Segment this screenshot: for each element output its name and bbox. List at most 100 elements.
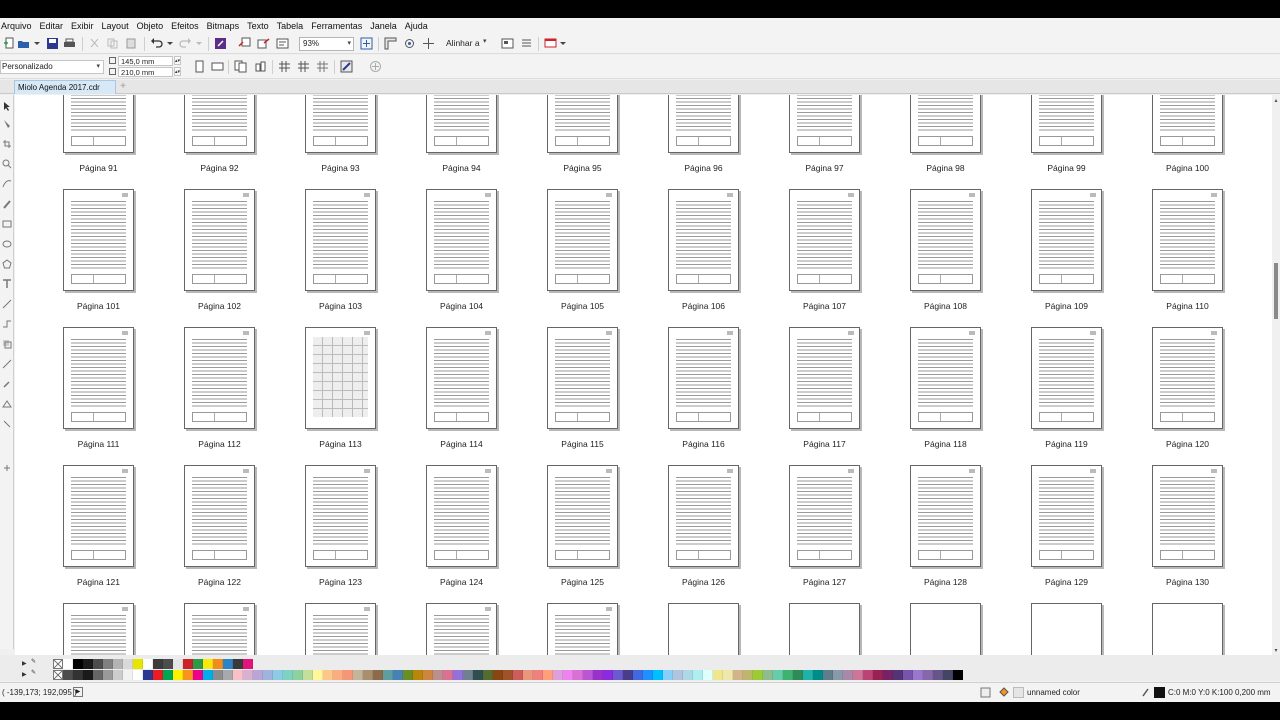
page-thumbnail-cell[interactable]: Página 102 (136, 189, 256, 327)
page-thumbnail-cell[interactable]: Página 105 (499, 189, 619, 327)
page-thumbnail-cell[interactable]: Página 112 (136, 327, 256, 465)
page-thumbnail[interactable] (789, 603, 860, 659)
color-swatch[interactable] (823, 670, 833, 680)
page-thumbnail[interactable] (1152, 189, 1223, 291)
outline-color-swatch[interactable] (1154, 687, 1165, 698)
color-swatch[interactable] (483, 670, 493, 680)
color-swatch[interactable] (523, 670, 533, 680)
launch-dropdown-icon[interactable] (557, 37, 570, 50)
menu-item[interactable]: Ajuda (404, 21, 434, 31)
color-swatch[interactable] (223, 670, 233, 680)
vertical-scrollbar[interactable]: ▴ ▾ (1272, 95, 1280, 659)
color-swatch[interactable] (913, 670, 923, 680)
page-thumbnail[interactable] (305, 95, 376, 153)
crop-tool-icon[interactable] (2, 139, 12, 149)
page-thumbnail[interactable] (426, 189, 497, 291)
page-thumbnail-cell[interactable]: Página 104 (378, 189, 498, 327)
page-thumbnail-cell[interactable] (378, 603, 498, 659)
page-thumbnail-cell[interactable] (136, 603, 256, 659)
zoom-level-select[interactable]: 93% ▾ (299, 37, 354, 51)
page-thumbnail-cell[interactable] (862, 603, 982, 659)
color-swatch[interactable] (773, 670, 783, 680)
page-thumbnail-cell[interactable]: Página 115 (499, 327, 619, 465)
color-swatch[interactable] (413, 670, 423, 680)
page-thumbnail[interactable] (63, 95, 134, 153)
fill-color-swatch[interactable] (1013, 687, 1024, 698)
page-thumbnail[interactable] (184, 327, 255, 429)
menu-item[interactable]: Janela (369, 21, 403, 31)
parallel-dimension-icon[interactable] (2, 299, 12, 309)
fill-icon[interactable] (980, 687, 991, 698)
color-swatch[interactable] (513, 670, 523, 680)
page-thumbnail-cell[interactable]: Página 120 (1104, 327, 1224, 465)
artistic-media-icon[interactable] (2, 199, 12, 209)
portrait-icon[interactable] (193, 60, 206, 73)
page-thumbnail[interactable] (1152, 327, 1223, 429)
color-swatch[interactable] (203, 659, 213, 669)
color-swatch[interactable] (623, 670, 633, 680)
open-dropdown-icon[interactable] (31, 37, 44, 50)
page-thumbnail-cell[interactable]: Página 98 (862, 95, 982, 189)
page-thumbnail-cell[interactable]: Página 116 (620, 327, 740, 465)
page-thumbnail[interactable] (1031, 603, 1102, 659)
scroll-down-icon[interactable]: ▾ (1272, 647, 1280, 654)
page-thumbnail[interactable] (1031, 95, 1102, 153)
color-swatch[interactable] (233, 670, 243, 680)
page-thumbnail[interactable] (668, 189, 739, 291)
color-swatch[interactable] (183, 659, 193, 669)
page-thumbnail-cell[interactable]: Página 96 (620, 95, 740, 189)
page-thumbnail[interactable] (789, 327, 860, 429)
color-swatch[interactable] (113, 659, 123, 669)
page-thumbnail-cell[interactable]: Página 110 (1104, 189, 1224, 327)
options-icon[interactable] (501, 37, 514, 50)
page-thumbnail-cell[interactable]: Página 118 (862, 327, 982, 465)
color-swatch[interactable] (783, 670, 793, 680)
palette-arrow-icon[interactable]: ▶ (22, 660, 27, 667)
page-thumbnail[interactable] (910, 327, 981, 429)
color-swatch[interactable] (193, 670, 203, 680)
color-swatch[interactable] (213, 659, 223, 669)
page-thumbnail-cell[interactable] (257, 603, 377, 659)
color-swatch[interactable] (173, 659, 183, 669)
color-swatch[interactable] (653, 670, 663, 680)
page-thumbnail-cell[interactable]: Página 128 (862, 465, 982, 603)
page-thumbnail-cell[interactable] (741, 603, 861, 659)
page-thumbnail-cell[interactable]: Página 94 (378, 95, 498, 189)
color-swatch[interactable] (243, 659, 253, 669)
page-thumbnail-cell[interactable]: Página 97 (741, 95, 861, 189)
color-swatch[interactable] (473, 670, 483, 680)
color-swatch[interactable] (83, 659, 93, 669)
color-swatch[interactable] (453, 670, 463, 680)
menu-item[interactable]: Editar (39, 21, 70, 31)
units-icon[interactable] (278, 60, 291, 73)
polygon-tool-icon[interactable] (2, 259, 12, 269)
color-swatch[interactable] (263, 670, 273, 680)
undo-dropdown-icon[interactable] (164, 37, 177, 50)
save-icon[interactable] (46, 37, 59, 50)
pick-tool-icon[interactable] (2, 101, 12, 111)
color-swatch[interactable] (173, 670, 183, 680)
palette-arrow-icon[interactable]: ▶ (22, 671, 27, 678)
search-content-icon[interactable] (214, 37, 227, 50)
page-thumbnail[interactable] (305, 327, 376, 429)
cut-icon[interactable] (88, 37, 101, 50)
color-swatch[interactable] (603, 670, 613, 680)
page-thumbnail[interactable] (305, 189, 376, 291)
page-thumbnail[interactable] (63, 189, 134, 291)
page-thumbnail-cell[interactable]: Página 101 (15, 189, 135, 327)
color-swatch[interactable] (543, 670, 553, 680)
page-thumbnail[interactable] (305, 603, 376, 659)
color-swatch[interactable] (573, 670, 583, 680)
page-thumbnail-cell[interactable]: Página 100 (1104, 95, 1224, 189)
page-thumbnail[interactable] (184, 95, 255, 153)
color-swatch[interactable] (673, 670, 683, 680)
transparency-icon[interactable] (2, 359, 12, 369)
eyedropper-icon[interactable]: ✎ (31, 658, 36, 665)
undo-icon[interactable] (150, 37, 163, 50)
page-thumbnail[interactable] (668, 95, 739, 153)
page-thumbnail[interactable] (1152, 465, 1223, 567)
new-document-icon[interactable] (3, 37, 16, 50)
treat-as-filled-icon[interactable] (340, 60, 353, 73)
color-swatch[interactable] (153, 659, 163, 669)
export-icon[interactable] (257, 37, 270, 50)
